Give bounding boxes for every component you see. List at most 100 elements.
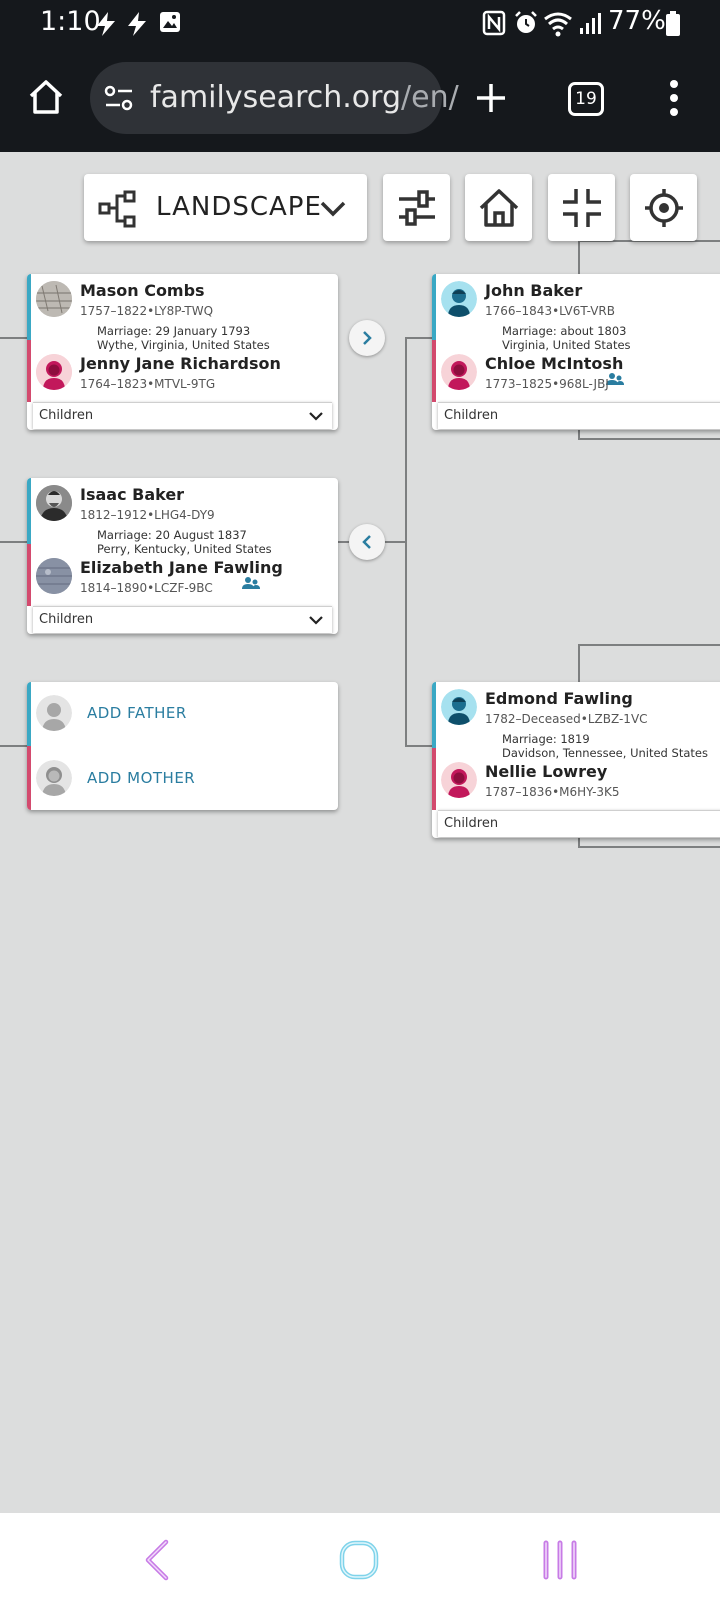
tab-switcher-button[interactable]: 19	[568, 82, 604, 116]
person-photo[interactable]	[36, 485, 72, 521]
view-label: LANDSCAPE	[156, 192, 322, 222]
person-photo[interactable]	[36, 281, 72, 317]
sliders-icon	[399, 190, 435, 226]
female-avatar-icon[interactable]	[36, 354, 72, 390]
battery-icon	[666, 11, 680, 36]
marriage-info: Marriage: 1819 Davidson, Tennessee, Unit…	[502, 732, 708, 760]
chevron-down-icon	[320, 201, 346, 217]
url-path: /en/	[401, 80, 459, 115]
father-dates-id: 1757–1822•LY8P-TWQ	[80, 304, 214, 318]
family-card: Mason Combs 1757–1822•LY8P-TWQ Marriage:…	[27, 274, 338, 430]
marriage-info: Marriage: about 1803 Virginia, United St…	[502, 324, 631, 352]
filter-settings-button[interactable]	[383, 174, 450, 241]
image-icon	[160, 12, 180, 32]
father-name[interactable]: Isaac Baker	[80, 485, 184, 504]
children-dropdown[interactable]: Children	[438, 810, 720, 837]
connector-line	[405, 745, 433, 747]
father-name[interactable]: John Baker	[485, 281, 582, 300]
children-dropdown[interactable]: Children	[33, 606, 332, 633]
marriage-info: Marriage: 20 August 1837 Perry, Kentucky…	[97, 528, 272, 556]
marriage-place: Davidson, Tennessee, United States	[502, 746, 708, 760]
children-label: Children	[444, 408, 499, 423]
marriage-place: Virginia, United States	[502, 338, 631, 352]
collapse-left-button[interactable]	[349, 524, 385, 560]
url-text: familysearch.org/en/	[150, 80, 459, 115]
connector-line	[405, 337, 407, 747]
marriage-date: Marriage: 20 August 1837	[97, 528, 247, 542]
target-icon	[645, 189, 683, 227]
connector-line	[0, 745, 28, 747]
alarm-icon	[515, 11, 537, 33]
connector-line	[578, 438, 720, 440]
recenter-button[interactable]	[630, 174, 697, 241]
chevron-down-icon	[309, 412, 323, 421]
male-placeholder-icon	[36, 695, 72, 731]
flash-icon	[97, 12, 115, 36]
back-icon[interactable]	[142, 1539, 172, 1581]
male-indicator	[27, 274, 31, 340]
mother-dates-id: 1764–1823•MTVL-9TG	[80, 377, 216, 391]
mother-name[interactable]: Chloe McIntosh	[485, 354, 623, 373]
mother-name[interactable]: Nellie Lowrey	[485, 762, 607, 781]
marriage-place: Wythe, Virginia, United States	[97, 338, 270, 352]
male-indicator	[27, 478, 31, 544]
chevron-left-icon	[362, 535, 371, 549]
chevron-down-icon	[309, 616, 323, 625]
home-icon[interactable]	[338, 1539, 380, 1581]
url-bar[interactable]: familysearch.org/en/	[90, 62, 459, 134]
status-bar: 1:10 77%	[0, 0, 720, 48]
female-avatar-icon[interactable]	[441, 354, 477, 390]
recent-apps-icon[interactable]	[540, 1539, 580, 1581]
male-indicator	[27, 682, 31, 746]
female-avatar-icon[interactable]	[441, 762, 477, 798]
marriage-place: Perry, Kentucky, United States	[97, 542, 272, 556]
wifi-icon	[544, 12, 572, 37]
female-indicator	[432, 748, 436, 810]
male-indicator	[432, 274, 436, 340]
home-icon[interactable]	[27, 78, 65, 116]
expand-right-button[interactable]	[349, 320, 385, 356]
marriage-date: Marriage: about 1803	[502, 324, 627, 338]
more-menu-icon[interactable]	[664, 78, 684, 118]
mother-name[interactable]: Elizabeth Jane Fawling	[80, 558, 283, 577]
person-photo[interactable]	[36, 558, 72, 594]
children-dropdown[interactable]: Children	[33, 402, 332, 429]
father-name[interactable]: Mason Combs	[80, 281, 205, 300]
tree-view-icon	[98, 190, 136, 228]
flash-icon	[128, 12, 146, 36]
father-dates-id: 1812–1912•LHG4-DY9	[80, 508, 215, 522]
mother-name[interactable]: Jenny Jane Richardson	[80, 354, 281, 373]
female-indicator	[27, 746, 31, 810]
male-avatar-icon[interactable]	[441, 281, 477, 317]
site-settings-icon[interactable]	[104, 84, 134, 112]
home-person-button[interactable]	[465, 174, 532, 241]
female-indicator	[27, 340, 31, 402]
url-domain: familysearch.org	[150, 80, 401, 115]
father-dates-id: 1782–Deceased•LZBZ-1VC	[485, 712, 648, 726]
mother-dates-id: 1773–1825•968L-JBJ	[485, 377, 609, 391]
add-mother-link[interactable]: ADD MOTHER	[87, 769, 195, 787]
collapse-icon	[563, 189, 601, 227]
children-label: Children	[444, 816, 499, 831]
add-father-link[interactable]: ADD FATHER	[87, 704, 187, 722]
connector-line	[578, 644, 720, 646]
view-selector[interactable]: LANDSCAPE	[84, 174, 367, 241]
female-placeholder-icon	[36, 760, 72, 796]
children-label: Children	[39, 408, 94, 423]
father-name[interactable]: Edmond Fawling	[485, 689, 633, 708]
connector-line	[578, 846, 720, 848]
children-dropdown[interactable]: Children	[438, 402, 720, 429]
chevron-right-icon	[363, 331, 372, 345]
add-parents-card: ADD FATHER ADD MOTHER	[27, 682, 338, 810]
battery-percent: 77%	[608, 6, 666, 36]
family-card: Edmond Fawling 1782–Deceased•LZBZ-1VC Ma…	[432, 682, 720, 838]
mother-dates-id: 1814–1890•LCZF-9BC	[80, 581, 213, 595]
mother-dates-id: 1787–1836•M6HY-3K5	[485, 785, 620, 799]
nfc-icon	[482, 10, 506, 36]
browser-toolbar: familysearch.org/en/ 19	[0, 48, 720, 152]
collapse-button[interactable]	[548, 174, 615, 241]
children-label: Children	[39, 612, 94, 627]
record-hints-icon[interactable]	[242, 576, 260, 590]
new-tab-icon[interactable]	[474, 81, 508, 115]
male-avatar-icon[interactable]	[441, 689, 477, 725]
